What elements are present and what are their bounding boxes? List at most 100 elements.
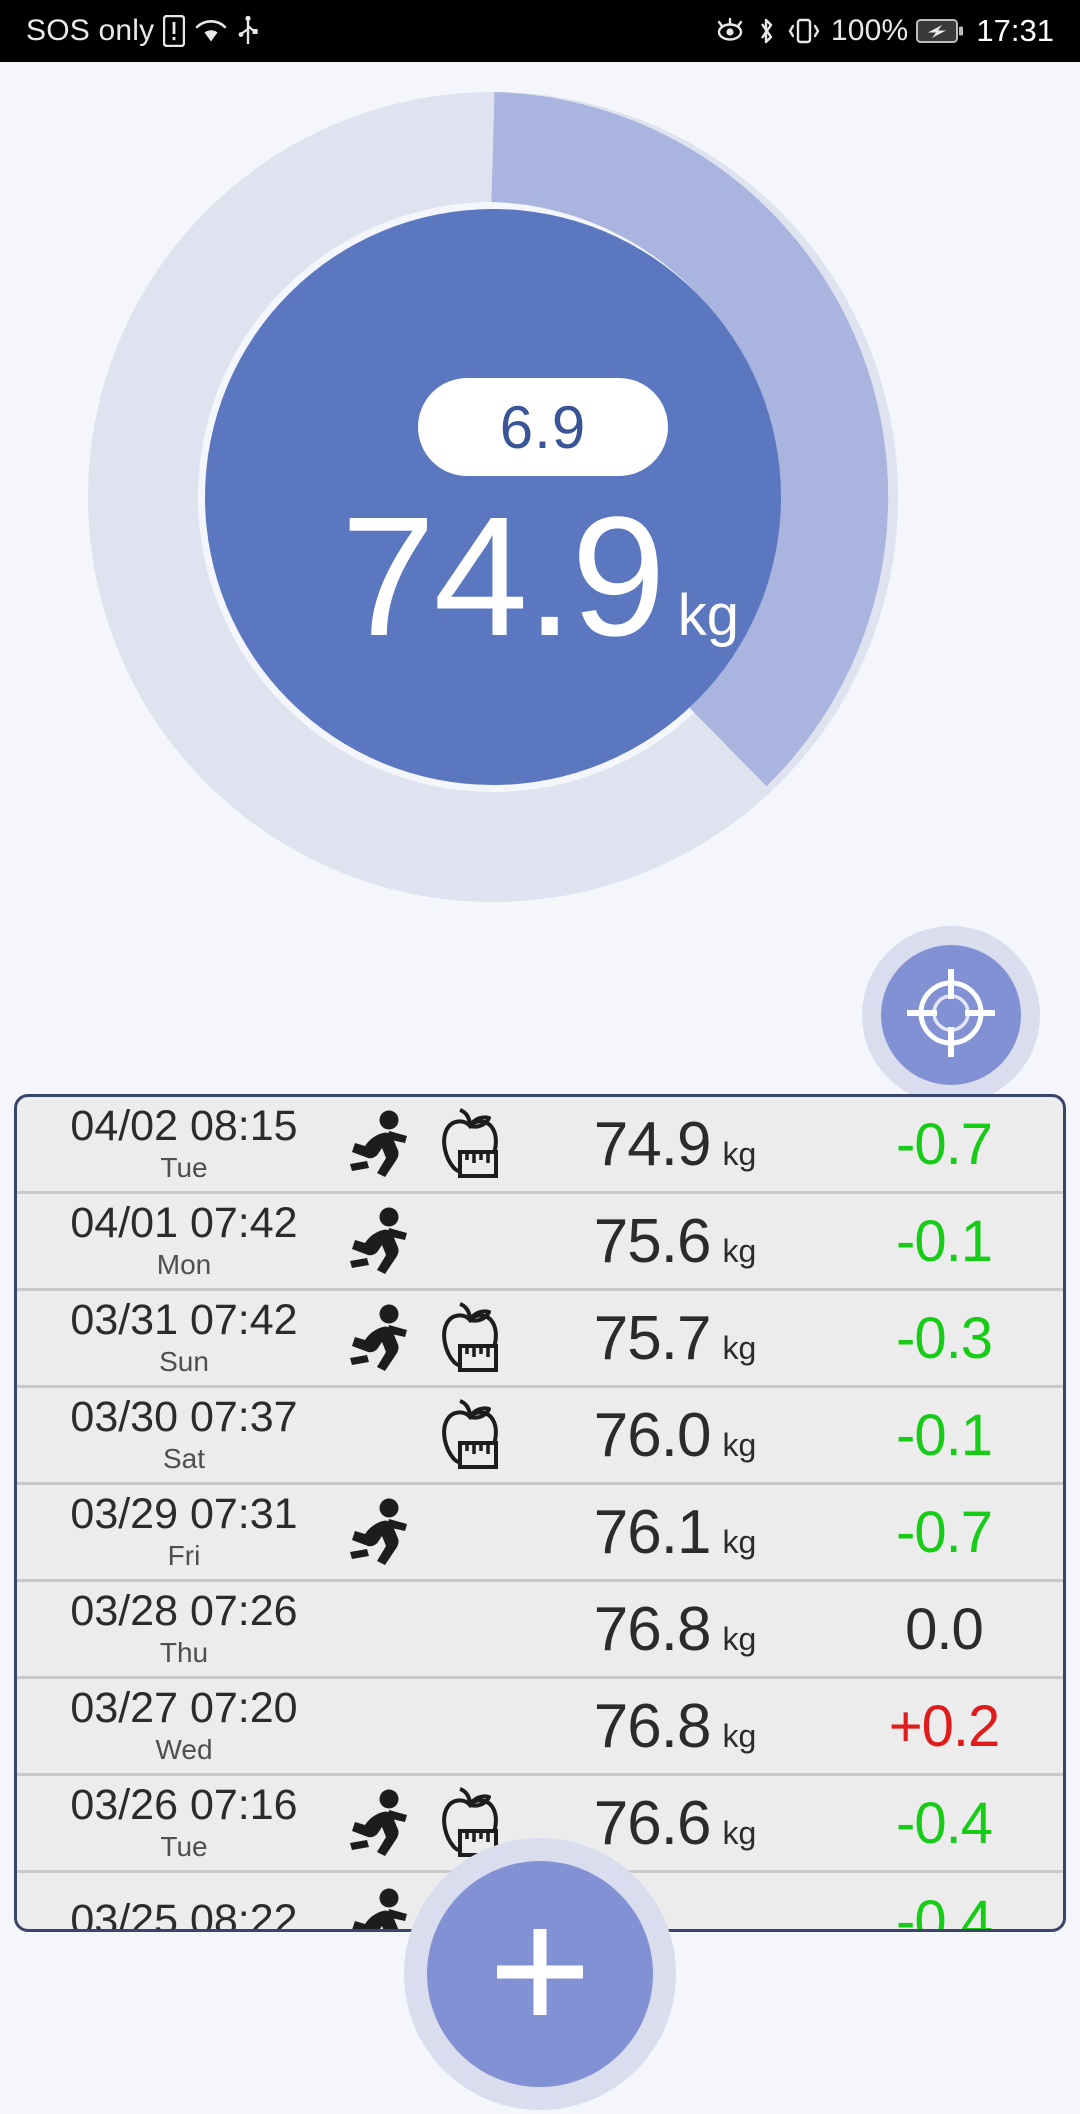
running-icon — [343, 1107, 417, 1181]
row-datetime: 03/28 07:26 — [70, 1586, 298, 1635]
row-weight-unit: kg — [722, 1329, 757, 1366]
row-weight-value: 76.8 — [593, 1691, 712, 1761]
row-weight-value: 76.0 — [593, 1400, 712, 1470]
target-crosshair-icon — [903, 965, 999, 1066]
running-icon — [343, 1204, 417, 1278]
row-date-cell: 03/29 07:31 Fri — [21, 1492, 331, 1572]
row-delta-value: -0.1 — [896, 1402, 993, 1468]
row-weight-cell: 74.9 kg — [521, 1109, 829, 1180]
row-weight-cell: 75.7 kg — [521, 1303, 829, 1374]
row-weekday: Tue — [160, 1830, 208, 1862]
row-weekday: Mon — [156, 1248, 212, 1280]
target-weight-button[interactable] — [862, 926, 1040, 1104]
table-row[interactable]: 03/29 07:31 Fri 76.1 kg -0.7 — [17, 1485, 1063, 1582]
table-row[interactable]: 04/02 08:15 Tue 74.9 kg -0.7 — [17, 1097, 1063, 1194]
row-activity-cell — [331, 1204, 521, 1278]
row-weekday: Thu — [159, 1636, 209, 1668]
row-date-cell: 04/02 08:15 Tue — [21, 1104, 331, 1184]
row-weight-unit: kg — [722, 1135, 757, 1172]
row-date-cell: 03/28 07:26 Thu — [21, 1589, 331, 1669]
row-delta-value: -0.4 — [896, 1889, 993, 1932]
plus-icon — [475, 1907, 605, 2042]
row-weekday: Tue — [160, 1151, 208, 1183]
table-row[interactable]: 03/31 07:42 Sun 75.7 kg -0.3 — [17, 1291, 1063, 1388]
add-measurement-button[interactable] — [404, 1838, 676, 2110]
sim-alert-icon — [163, 15, 186, 47]
row-weight-cell: 76.8 kg — [521, 1691, 829, 1762]
running-icon — [343, 1885, 417, 1929]
row-delta-value: -0.7 — [896, 1111, 993, 1177]
row-activity-cell — [331, 1495, 521, 1569]
row-weight-cell: 76.8 kg — [521, 1594, 829, 1665]
row-delta-value: -0.4 — [896, 1790, 993, 1856]
current-weight-display: 74.9 kg — [0, 492, 1080, 662]
row-datetime: 03/31 07:42 — [70, 1295, 298, 1344]
row-activity-cell — [331, 1301, 521, 1375]
row-delta-value: -0.7 — [896, 1499, 993, 1565]
row-datetime: 03/25 08:22 — [70, 1896, 298, 1932]
row-weight-unit: kg — [722, 1426, 757, 1463]
apple-tape-diet-icon — [433, 1107, 507, 1181]
status-bar-right: 100% 17:31 — [713, 13, 1054, 49]
row-datetime: 04/02 08:15 — [70, 1101, 298, 1150]
row-weight-unit: kg — [722, 1523, 757, 1560]
row-weight-value: 75.7 — [593, 1303, 712, 1373]
row-delta-value: +0.2 — [888, 1693, 1001, 1759]
row-weight-value: 76.6 — [593, 1788, 712, 1858]
row-date-cell: 03/31 07:42 Sun — [21, 1298, 331, 1378]
current-weight-value: 74.9 — [340, 482, 666, 672]
row-weight-unit: kg — [722, 1620, 757, 1657]
table-row[interactable]: 03/28 07:26 Thu 76.8 kg 0.0 — [17, 1582, 1063, 1679]
row-datetime: 04/01 07:42 — [70, 1198, 298, 1247]
row-weekday: Wed — [155, 1733, 213, 1765]
status-bar-left: SOS only — [26, 14, 259, 48]
row-weight-unit: kg — [722, 1717, 757, 1754]
battery-charging-icon — [916, 17, 964, 45]
running-icon — [343, 1301, 417, 1375]
row-weight-cell: 75.6 kg — [521, 1206, 829, 1277]
table-row[interactable]: 03/30 07:37 Sat 76.0 kg -0.1 — [17, 1388, 1063, 1485]
row-weight-value: 76.1 — [593, 1497, 712, 1567]
row-datetime: 03/30 07:37 — [70, 1392, 298, 1441]
row-weekday: Sat — [162, 1442, 206, 1474]
row-weight-cell: 76.1 kg — [521, 1497, 829, 1568]
row-date-cell: 04/01 07:42 Mon — [21, 1201, 331, 1281]
running-icon — [343, 1495, 417, 1569]
row-delta-value: -0.1 — [896, 1208, 993, 1274]
table-row[interactable]: 04/01 07:42 Mon 75.6 kg -0.1 — [17, 1194, 1063, 1291]
row-weight-value: 75.6 — [593, 1206, 712, 1276]
weight-gauge-section: 6.9 74.9 kg — [0, 62, 1080, 1104]
row-weight-unit: kg — [722, 1232, 757, 1269]
row-weight-value: 76.8 — [593, 1594, 712, 1664]
table-row[interactable]: 03/27 07:20 Wed 76.8 kg +0.2 — [17, 1679, 1063, 1776]
row-datetime: 03/27 07:20 — [70, 1683, 298, 1732]
apple-tape-diet-icon — [433, 1398, 507, 1472]
usb-icon — [237, 15, 259, 47]
row-delta-value: -0.3 — [896, 1305, 993, 1371]
goal-badge: 6.9 — [418, 378, 668, 476]
row-activity-cell — [331, 1107, 521, 1181]
wifi-icon — [194, 17, 228, 45]
clock-label: 17:31 — [976, 13, 1054, 48]
row-activity-cell — [331, 1592, 521, 1666]
row-datetime: 03/26 07:16 — [70, 1780, 298, 1829]
carrier-label: SOS only — [26, 14, 155, 47]
row-date-cell: 03/25 08:22 — [21, 1896, 331, 1932]
battery-percent-label: 100% — [830, 14, 909, 47]
target-weight-button-core — [881, 945, 1021, 1085]
row-weight-cell: 76.0 kg — [521, 1400, 829, 1471]
row-date-cell: 03/27 07:20 Wed — [21, 1686, 331, 1766]
measurement-list[interactable]: 04/02 08:15 Tue 74.9 kg -0.7 04/01 07:42 Mon 75… — [14, 1094, 1066, 1932]
row-delta-value: 0.0 — [905, 1596, 984, 1662]
goal-badge-value: 6.9 — [499, 393, 587, 461]
row-activity-cell — [331, 1398, 521, 1472]
row-date-cell: 03/26 07:16 Tue — [21, 1783, 331, 1863]
row-datetime: 03/29 07:31 — [70, 1489, 298, 1538]
row-date-cell: 03/30 07:37 Sat — [21, 1395, 331, 1475]
add-measurement-button-core — [427, 1861, 653, 2087]
row-weight-value: 74.9 — [593, 1109, 712, 1179]
eye-comfort-icon — [713, 17, 747, 45]
row-weight-unit: kg — [722, 1814, 757, 1851]
current-weight-unit: kg — [677, 583, 740, 648]
row-weekday: Sun — [159, 1345, 209, 1377]
